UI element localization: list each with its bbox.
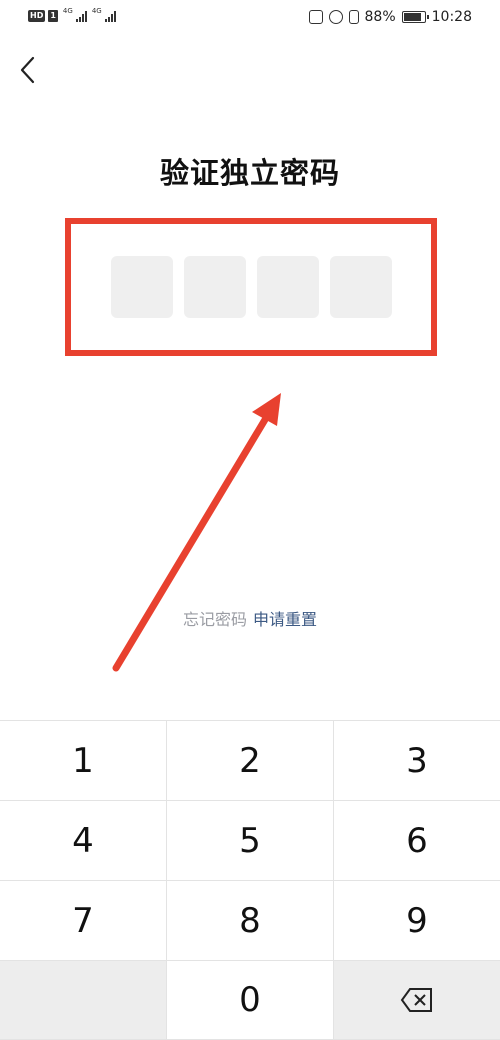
keypad-key-3[interactable]: 3 bbox=[334, 721, 500, 801]
keypad-blank bbox=[0, 961, 167, 1040]
backspace-icon bbox=[400, 988, 432, 1012]
keypad-key-6[interactable]: 6 bbox=[334, 801, 500, 881]
numeric-keypad: 123 456 7890 bbox=[0, 720, 500, 1040]
forgot-password: 忘记密码 申请重置 bbox=[0, 606, 500, 630]
keypad-key-7[interactable]: 7 bbox=[0, 881, 167, 961]
nfc-icon bbox=[308, 10, 323, 24]
keypad-key-2[interactable]: 2 bbox=[167, 721, 334, 801]
status-left: HD 1 4G 4G bbox=[28, 7, 116, 22]
keypad-key-1[interactable]: 1 bbox=[0, 721, 167, 801]
pin-box[interactable] bbox=[257, 256, 319, 318]
battery-icon bbox=[401, 11, 429, 23]
pin-box[interactable] bbox=[330, 256, 392, 318]
network-type-2: 4G bbox=[91, 7, 102, 15]
sim-badge: 1 bbox=[48, 10, 58, 22]
battery-percent: 88% bbox=[364, 9, 396, 25]
reset-password-link[interactable]: 申请重置 bbox=[253, 610, 317, 629]
forgot-password-text: 忘记密码 bbox=[182, 610, 247, 629]
keypad-key-9[interactable]: 9 bbox=[334, 881, 500, 961]
signal-icon bbox=[75, 10, 87, 22]
alarm-icon bbox=[328, 10, 343, 24]
vibrate-icon bbox=[348, 10, 359, 24]
keypad-key-0[interactable]: 0 bbox=[167, 961, 334, 1040]
keypad-key-8[interactable]: 8 bbox=[167, 881, 334, 961]
hd-badge: HD bbox=[28, 10, 46, 22]
page-title: 验证独立密码 bbox=[159, 156, 340, 190]
delete-key[interactable] bbox=[334, 961, 500, 1040]
signal-icon-2 bbox=[104, 10, 116, 22]
clock: 10:28 bbox=[431, 9, 472, 25]
keypad-key-5[interactable]: 5 bbox=[167, 801, 334, 881]
chevron-left-icon bbox=[20, 56, 35, 84]
pin-input[interactable] bbox=[111, 256, 392, 318]
pin-box[interactable] bbox=[184, 256, 246, 318]
pin-box[interactable] bbox=[111, 256, 173, 318]
back-button[interactable] bbox=[14, 54, 42, 86]
keypad-key-4[interactable]: 4 bbox=[0, 801, 167, 881]
status-bar: HD 1 4G 4G 88% 10:28 bbox=[0, 0, 500, 38]
status-right: 88% 10:28 bbox=[308, 9, 472, 25]
network-type-1: 4G bbox=[62, 7, 73, 15]
